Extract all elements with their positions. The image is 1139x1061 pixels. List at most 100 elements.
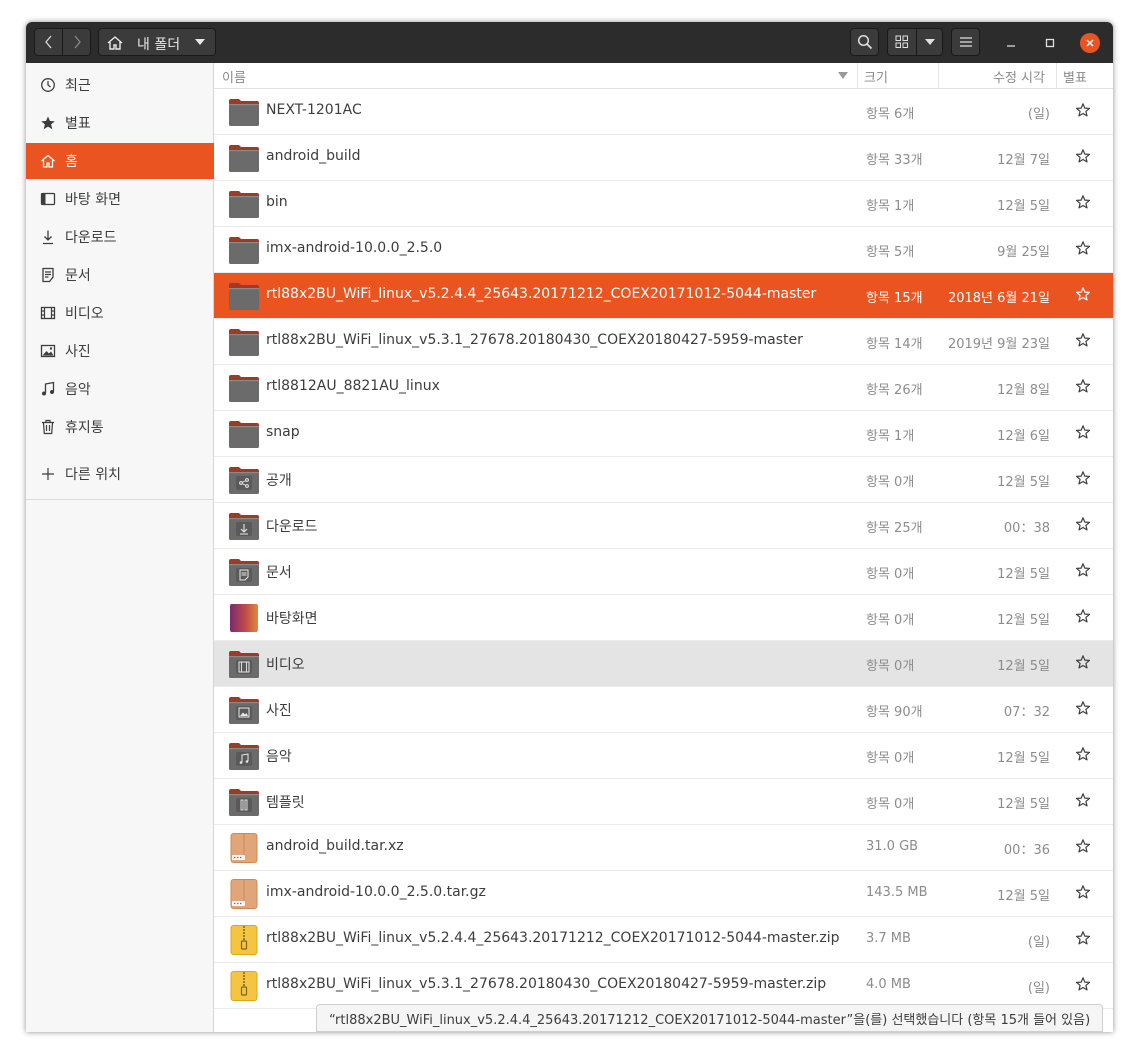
file-size: 항목 0개 [866,797,915,812]
star-icon[interactable] [1075,470,1091,486]
file-modified: 12월 5일 [997,751,1050,766]
folder-icon [228,419,260,449]
file-modified: 07：32 [1003,705,1050,720]
file-name: 문서 [266,565,292,581]
file-row[interactable]: snap 항목 1개 12월 6일 [214,411,1113,457]
sidebar-item-label: 최근 [65,78,91,94]
file-modified: 12월 5일 [997,797,1050,812]
file-row[interactable]: rtl88x2BU_WiFi_linux_v5.3.1_27678.201804… [214,963,1113,1009]
sidebar-item-clock[interactable]: 최근 [26,67,214,103]
file-row[interactable]: android_build.tar.xz 31.0 GB 00：36 [214,825,1113,871]
sidebar-item-music[interactable]: 음악 [26,371,214,407]
folder-download-icon [228,511,260,541]
view-options-button[interactable] [916,28,943,56]
file-row[interactable]: 문서 항목 0개 12월 5일 [214,549,1113,595]
file-row[interactable]: rtl8812AU_8821AU_linux 항목 26개 12월 8일 [214,365,1113,411]
column-star-header[interactable]: 별표 [1063,67,1087,86]
star-icon[interactable] [1075,976,1091,992]
star-icon[interactable] [1075,516,1091,532]
path-bar-button[interactable]: 내 폴더 [98,28,216,56]
search-button[interactable] [850,28,879,56]
headerbar: 내 폴더 [26,22,1113,64]
star-icon[interactable] [1075,194,1091,210]
file-modified: 00：36 [1003,843,1050,858]
column-header: 이름 크기 수정 시각 별표 [214,63,1113,89]
sidebar-item-star[interactable]: 별표 [26,105,214,141]
sidebar-item-label: 홈 [65,154,78,170]
star-icon[interactable] [1075,148,1091,164]
file-modified: 12월 5일 [997,475,1050,490]
file-row[interactable]: android_build 항목 33개 12월 7일 [214,135,1113,181]
forward-button[interactable] [62,28,91,56]
file-modified: (일) [1027,935,1050,950]
sidebar-item-desktop[interactable]: 바탕 화면 [26,181,214,217]
star-icon[interactable] [1075,424,1091,440]
download-icon [39,228,57,246]
column-modified-header[interactable]: 수정 시각 [993,67,1045,86]
sidebar-item-trash[interactable]: 휴지통 [26,409,214,445]
folder-document-icon [228,557,260,587]
file-modified: 12월 5일 [997,613,1050,628]
star-icon[interactable] [1075,562,1091,578]
close-button[interactable] [1080,33,1100,53]
star-icon[interactable] [1075,608,1091,624]
file-row[interactable]: rtl88x2BU_WiFi_linux_v5.3.1_27678.201804… [214,319,1113,365]
star-icon[interactable] [1075,654,1091,670]
file-size: 항목 0개 [866,475,915,490]
folder-icon [228,97,260,127]
sidebar-item-home[interactable]: 홈 [26,143,214,179]
folder-video-icon [228,649,260,679]
file-row[interactable]: rtl88x2BU_WiFi_linux_v5.2.4.4_25643.2017… [214,917,1113,963]
file-row[interactable]: 공개 항목 0개 12월 5일 [214,457,1113,503]
star-icon[interactable] [1075,240,1091,256]
star-icon[interactable] [1075,884,1091,900]
star-icon[interactable] [1075,792,1091,808]
star-icon[interactable] [1075,700,1091,716]
star-icon[interactable] [1075,102,1091,118]
sidebar-item-download[interactable]: 다운로드 [26,219,214,255]
view-toggle-button[interactable] [887,28,917,56]
column-size-header[interactable]: 크기 [864,67,888,86]
column-name-header[interactable]: 이름 [222,67,246,86]
file-row[interactable]: 비디오 항목 0개 12월 5일 [214,641,1113,687]
file-name: imx-android-10.0.0_2.5.0 [266,240,443,256]
menu-button[interactable] [951,28,980,56]
back-button[interactable] [34,28,63,56]
maximize-button[interactable] [1038,31,1062,55]
file-row[interactable]: 템플릿 항목 0개 12월 5일 [214,779,1113,825]
sidebar-item-other-locations[interactable]: 다른 위치 [26,456,214,492]
file-name: bin [266,194,288,210]
desktop-icon [39,190,57,208]
chevron-left-icon [44,35,51,49]
zip-file-icon [228,971,260,1001]
star-icon[interactable] [1075,746,1091,762]
folder-template-icon [228,787,260,817]
file-row[interactable]: 사진 항목 90개 07：32 [214,687,1113,733]
star-icon[interactable] [1075,930,1091,946]
file-name: rtl88x2BU_WiFi_linux_v5.3.1_27678.201804… [266,976,827,992]
sort-descending-icon[interactable] [838,72,848,79]
file-modified: 12월 5일 [997,659,1050,674]
file-row[interactable]: 바탕화면 항목 0개 12월 5일 [214,595,1113,641]
minimize-button[interactable] [999,31,1023,55]
star-icon[interactable] [1075,332,1091,348]
folder-desktop-icon [228,603,260,633]
star-icon[interactable] [1075,838,1091,854]
star-icon[interactable] [1075,286,1091,302]
file-row[interactable]: imx-android-10.0.0_2.5.0.tar.gz 143.5 MB 1… [214,871,1113,917]
home-icon [107,36,123,50]
star-icon[interactable] [1075,378,1091,394]
file-row[interactable]: rtl88x2BU_WiFi_linux_v5.2.4.4_25643.2017… [214,273,1113,319]
sidebar-item-document[interactable]: 문서 [26,257,214,293]
file-row[interactable]: imx-android-10.0.0_2.5.0 항목 5개 9월 25일 [214,227,1113,273]
archive-file-icon [228,879,260,909]
file-row[interactable]: 다운로드 항목 25개 00：38 [214,503,1113,549]
file-row[interactable]: bin 항목 1개 12월 5일 [214,181,1113,227]
file-name: imx-android-10.0.0_2.5.0.tar.gz [266,884,486,900]
file-modified: 2018년 6월 21일 [947,291,1050,306]
file-row[interactable]: NEXT-1201AC 항목 6개 (일) [214,89,1113,135]
sidebar-item-picture[interactable]: 사진 [26,333,214,369]
file-modified: 12월 7일 [997,153,1050,168]
sidebar-item-video[interactable]: 비디오 [26,295,214,331]
file-row[interactable]: 음악 항목 0개 12월 5일 [214,733,1113,779]
